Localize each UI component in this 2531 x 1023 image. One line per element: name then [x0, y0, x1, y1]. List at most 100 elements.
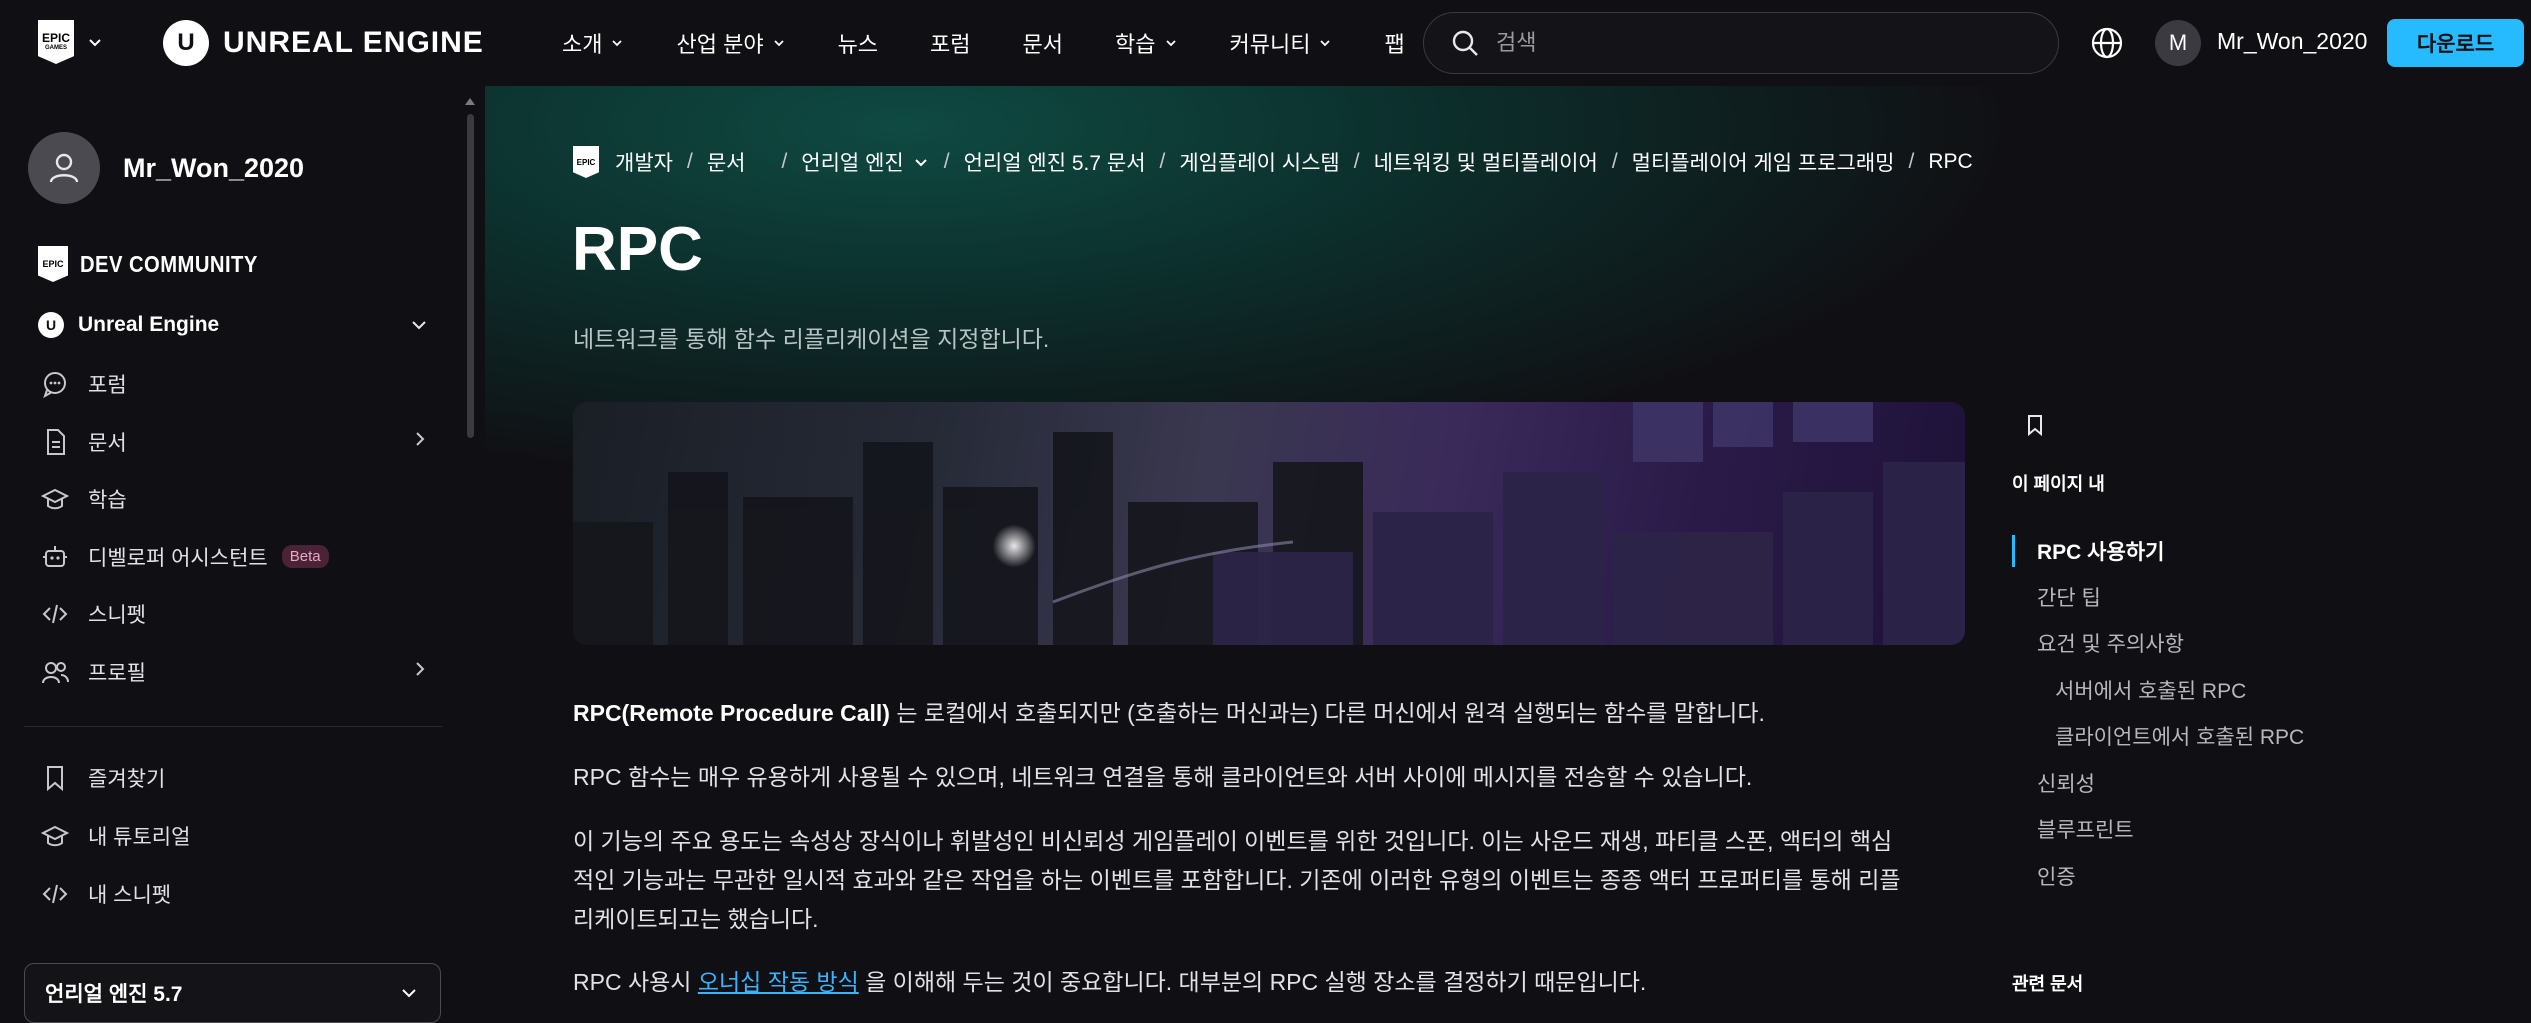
scrollbar-up-arrow[interactable] [465, 98, 475, 105]
toc-active-indicator [2012, 535, 2015, 567]
nav-link[interactable]: 소개 [562, 27, 624, 59]
sidebar-scrollbar-thumb[interactable] [467, 114, 474, 438]
sidebar-item[interactable]: 내 스니펫 [40, 874, 430, 914]
breadcrumb-docs[interactable]: 문서 [707, 147, 746, 177]
chevron-down-icon [412, 321, 426, 330]
toc-item[interactable]: 서버에서 호출된 RPC [2055, 675, 2246, 705]
unreal-logo-icon: U [38, 312, 64, 338]
epic-games-breadcrumb-logo[interactable]: EPIC [573, 146, 599, 178]
sidebar-item-label: 디벨로퍼 어시스턴트 [88, 546, 268, 570]
nav-link-label: 커뮤니티 [1229, 32, 1311, 57]
unreal-logo-icon: U [163, 20, 209, 66]
users-icon [40, 657, 70, 687]
breadcrumb-engine: 언리얼 엔진 [801, 152, 904, 175]
chat-bubble-icon [40, 369, 70, 399]
rpc-term: RPC(Remote Procedure Call) [573, 700, 890, 726]
sidebar-item[interactable]: 즐겨찾기 [40, 758, 430, 798]
epic-games-logo[interactable]: EPIC GAMES [38, 20, 74, 64]
toc-item[interactable]: 클라이언트에서 호출된 RPC [2055, 721, 2304, 751]
sidebar-item[interactable]: 프로필 [40, 652, 430, 692]
nav-link-label: 뉴스 [837, 32, 879, 57]
toc-heading: 이 페이지 내 [2012, 474, 2105, 494]
breadcrumb: EPIC 개발자 / 문서 / 언리얼 엔진 / 언리얼 엔진 5.7 문서 /… [573, 146, 1973, 178]
version-select-value: 언리얼 엔진 5.7 [45, 983, 183, 1006]
breadcrumb-ue57-docs[interactable]: 언리얼 엔진 5.7 문서 [964, 147, 1146, 177]
beta-badge: Beta [281, 545, 329, 568]
graduation-cap-icon [40, 821, 70, 851]
breadcrumb-networking[interactable]: 네트워킹 및 멀티플레이어 [1374, 147, 1598, 177]
sidebar-item[interactable]: 포럼 [40, 364, 430, 404]
dev-community-label: DEV COMMUNITY [80, 250, 258, 277]
page-title: RPC [572, 215, 703, 284]
toc-item[interactable]: 인증 [2037, 861, 2076, 891]
graduation-cap-icon [40, 484, 70, 514]
nav-link[interactable]: 팹 [1384, 27, 1404, 59]
epic-logo-text: EPIC [41, 31, 70, 45]
sidebar-divider [24, 726, 442, 727]
paragraph-4: RPC 사용시 오너십 작동 방식 을 이해해 두는 것이 중요합니다. 대부분… [573, 969, 1647, 995]
toc-item[interactable]: 신뢰성 [2037, 768, 2095, 798]
nav-link-label: 포럼 [930, 32, 971, 57]
search-input[interactable] [1496, 30, 2016, 56]
paragraph-3: 이 기능의 주요 용도는 속성상 장식이나 휘발성인 비신뢰성 게임플레이 이벤… [573, 828, 1901, 932]
chevron-right-icon [410, 659, 430, 684]
primary-nav: 소개 산업 분야 뉴스 포럼 문서 학습 커뮤니티 팹 [562, 0, 1457, 86]
nav-link[interactable]: 뉴스 [838, 27, 878, 59]
download-button[interactable]: 다운로드 [2387, 19, 2524, 67]
sidebar-item-label: 포럼 [88, 374, 127, 397]
profile-avatar-icon [28, 132, 100, 204]
toc-item[interactable]: 요건 및 주의사항 [2037, 628, 2184, 658]
breadcrumb-developer[interactable]: 개발자 [615, 147, 673, 177]
nav-link[interactable]: 포럼 [930, 27, 970, 59]
chevron-down-icon [612, 40, 623, 47]
breadcrumb-multiplayer-programming[interactable]: 멀티플레이어 게임 프로그래밍 [1632, 147, 1895, 177]
nav-link[interactable]: 학습 [1115, 27, 1177, 59]
search-box[interactable] [1423, 12, 2059, 74]
engine-section-label: Unreal Engine [78, 313, 220, 336]
toc-item[interactable]: 블루프린트 [2037, 814, 2134, 844]
nav-link[interactable]: 문서 [1023, 27, 1063, 59]
user-avatar[interactable]: M [2155, 20, 2201, 66]
chevron-down-icon[interactable] [86, 33, 104, 51]
toc-item[interactable]: RPC 사용하기 [2037, 536, 2164, 566]
globe-icon[interactable] [2089, 25, 2125, 61]
nav-link-label: 문서 [1022, 32, 1064, 57]
sidebar-item-label: 내 튜토리얼 [88, 826, 191, 849]
bookmark-icon[interactable] [2025, 413, 2045, 437]
epic-games-mini-logo: EPIC [38, 246, 68, 282]
toc-item[interactable]: 간단 팁 [2037, 582, 2101, 612]
hero-banner-image [573, 402, 1965, 645]
sidebar-item[interactable]: 디벨로퍼 어시스턴트 Beta [40, 537, 430, 577]
ownership-link[interactable]: 오너십 작동 방식 [698, 969, 859, 995]
related-docs-heading: 관련 문서 [2012, 974, 2084, 994]
sidebar-item[interactable]: 문서 [40, 422, 430, 462]
page-subtitle: 네트워크를 통해 함수 리플리케이션을 지정합니다. [573, 326, 1050, 352]
unreal-engine-home-link[interactable]: U UNREAL ENGINE [163, 20, 484, 66]
sidebar-item[interactable]: 스니펫 [40, 594, 430, 634]
sidebar-item-label: 문서 [88, 431, 127, 455]
chevron-down-icon [1165, 40, 1176, 47]
brand-wordmark: UNREAL ENGINE [223, 26, 484, 59]
sidebar-item[interactable]: 학습 [40, 479, 430, 519]
top-navigation-bar: EPIC GAMES U UNREAL ENGINE 소개 산업 분야 뉴스 포럼 문서… [0, 0, 2531, 86]
chevron-down-icon [402, 989, 416, 998]
dev-community-logo[interactable]: EPIC DEV COMMUNITY [38, 246, 282, 282]
breadcrumb-engine-dropdown[interactable]: 언리얼 엔진 [801, 147, 929, 177]
breadcrumb-current: RPC [1928, 150, 1973, 173]
sidebar-username: Mr_Won_2020 [123, 152, 305, 183]
nav-link-label: 소개 [562, 32, 603, 57]
user-name[interactable]: Mr_Won_2020 [2217, 28, 2367, 55]
paragraph-1: RPC(Remote Procedure Call) 는 로컬에서 호출되지만 … [573, 700, 1765, 726]
sidebar-item-label: 스니펫 [88, 604, 146, 627]
nav-link[interactable]: 산업 분야 [676, 27, 785, 59]
version-select[interactable]: 언리얼 엔진 5.7 [24, 963, 441, 1023]
sidebar-item[interactable]: 내 튜토리얼 [40, 816, 430, 856]
robot-icon [40, 542, 70, 572]
engine-section-toggle[interactable]: U Unreal Engine [38, 312, 430, 338]
sidebar-profile[interactable]: Mr_Won_2020 [28, 132, 304, 204]
chevron-down-icon [773, 40, 784, 47]
nav-link[interactable]: 커뮤니티 [1230, 27, 1333, 59]
search-icon [1452, 30, 1478, 56]
breadcrumb-gameplay-systems[interactable]: 게임플레이 시스템 [1179, 147, 1339, 177]
document-icon [40, 427, 70, 457]
